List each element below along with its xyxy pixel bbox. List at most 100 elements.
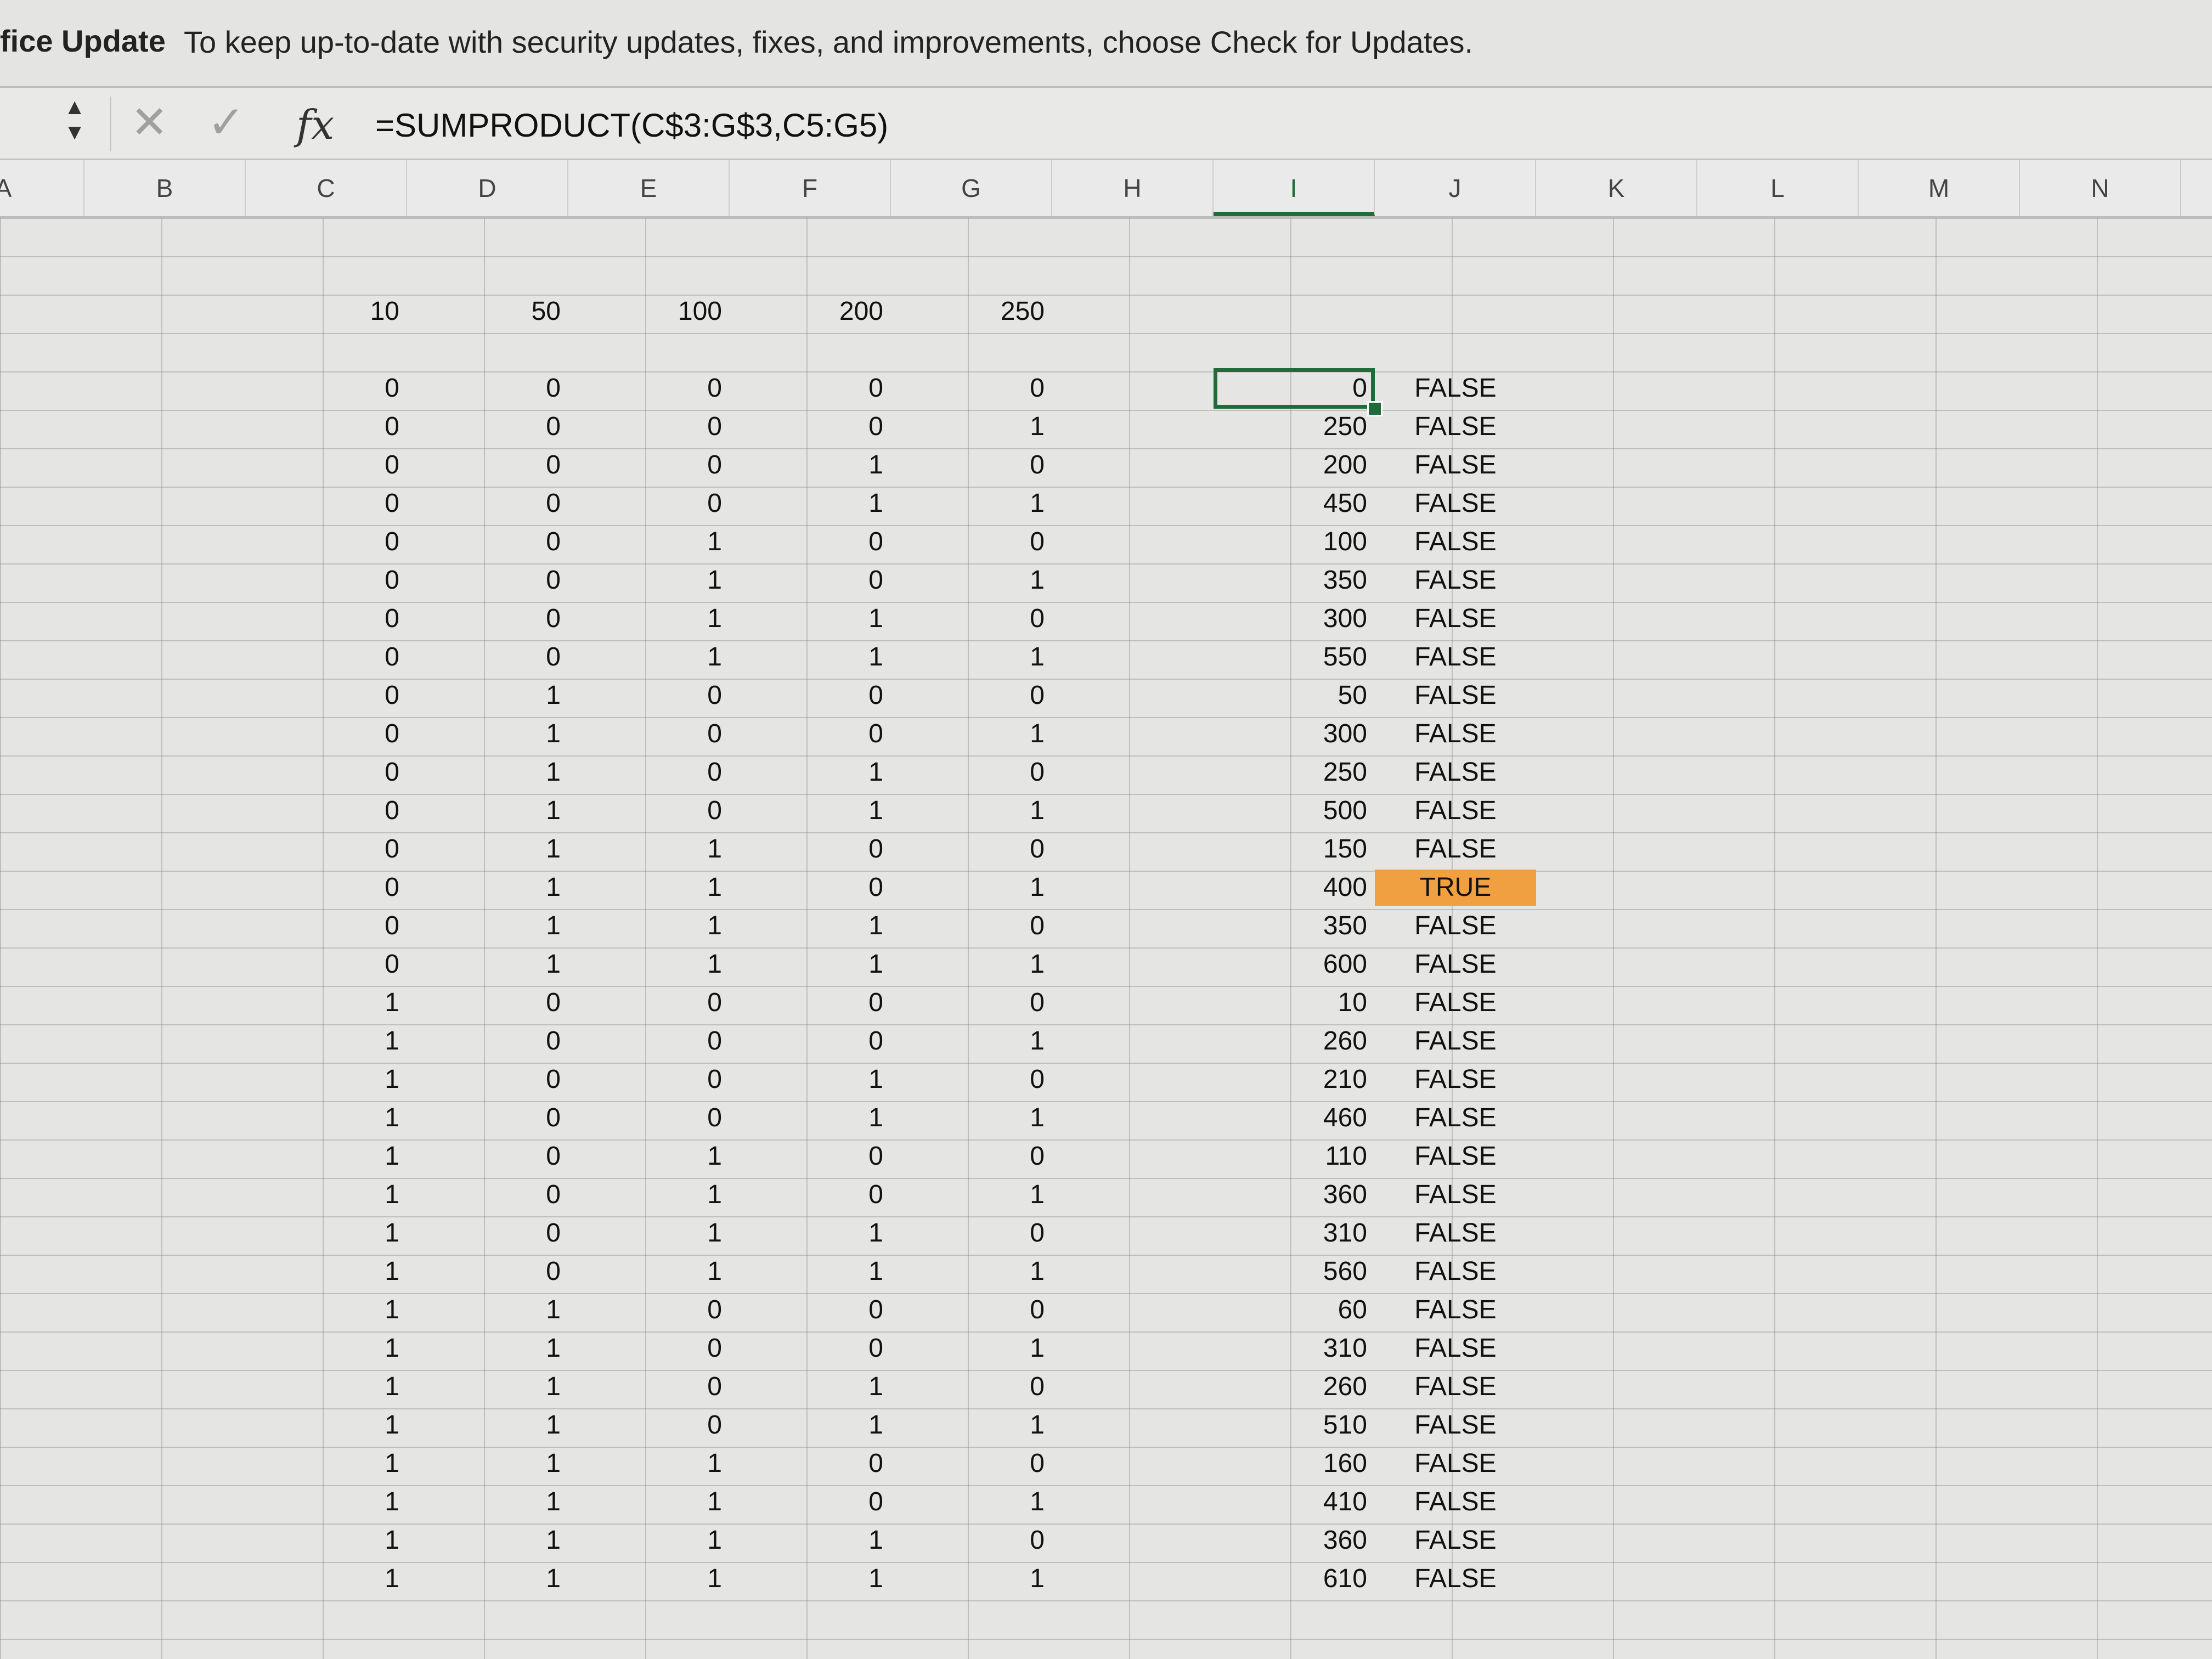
bit-cell[interactable]: 0 xyxy=(246,601,407,637)
bit-cell[interactable]: 0 xyxy=(246,447,407,483)
sum-cell[interactable]: 350 xyxy=(1214,908,1375,944)
bit-cell[interactable]: 0 xyxy=(407,524,568,560)
bit-cell[interactable]: 1 xyxy=(730,447,891,483)
bit-cell[interactable]: 1 xyxy=(730,1100,891,1136)
bit-cell[interactable]: 1 xyxy=(891,1100,1052,1136)
bit-cell[interactable]: 1 xyxy=(891,793,1052,829)
bit-cell[interactable]: 1 xyxy=(891,486,1052,522)
match-cell[interactable]: FALSE xyxy=(1375,486,1536,522)
bit-cell[interactable]: 0 xyxy=(891,601,1052,637)
bit-cell[interactable]: 0 xyxy=(730,831,891,867)
bit-cell[interactable]: 0 xyxy=(730,1484,891,1520)
match-cell[interactable]: FALSE xyxy=(1375,716,1536,752)
bit-cell[interactable]: 1 xyxy=(730,946,891,983)
match-cell[interactable]: FALSE xyxy=(1375,1292,1536,1328)
bit-cell[interactable]: 0 xyxy=(730,985,891,1021)
bit-cell[interactable]: 0 xyxy=(891,1215,1052,1251)
bit-cell[interactable]: 0 xyxy=(891,447,1052,483)
sum-cell[interactable]: 250 xyxy=(1214,409,1375,445)
bit-cell[interactable]: 0 xyxy=(407,639,568,675)
bit-cell[interactable]: 1 xyxy=(407,1484,568,1520)
column-header-d[interactable]: D xyxy=(407,160,568,216)
match-cell[interactable]: FALSE xyxy=(1375,1330,1536,1367)
sum-cell[interactable]: 350 xyxy=(1214,562,1375,599)
bit-cell[interactable]: 0 xyxy=(568,1407,730,1443)
bit-cell[interactable]: 0 xyxy=(891,1369,1052,1405)
sum-cell[interactable]: 360 xyxy=(1214,1177,1375,1213)
bit-cell[interactable]: 0 xyxy=(246,793,407,829)
bit-cell[interactable]: 1 xyxy=(246,1177,407,1213)
match-cell[interactable]: FALSE xyxy=(1375,793,1536,829)
bit-cell[interactable]: 0 xyxy=(891,985,1052,1021)
sum-cell[interactable]: 400 xyxy=(1214,870,1375,906)
bit-cell[interactable]: 1 xyxy=(568,1254,730,1290)
match-cell[interactable]: FALSE xyxy=(1375,1138,1536,1175)
sum-cell[interactable]: 150 xyxy=(1214,831,1375,867)
bit-cell[interactable]: 1 xyxy=(568,908,730,944)
sum-cell[interactable]: 260 xyxy=(1214,1023,1375,1059)
bit-cell[interactable]: 1 xyxy=(246,1407,407,1443)
bit-cell[interactable]: 1 xyxy=(730,486,891,522)
bit-cell[interactable]: 1 xyxy=(730,1561,891,1597)
column-header-k[interactable]: K xyxy=(1536,160,1697,216)
bit-cell[interactable]: 1 xyxy=(407,946,568,983)
bit-cell[interactable]: 1 xyxy=(891,716,1052,752)
bit-cell[interactable]: 1 xyxy=(730,793,891,829)
formula-input[interactable] xyxy=(375,102,2131,148)
match-cell[interactable]: FALSE xyxy=(1375,1446,1536,1482)
bit-cell[interactable]: 1 xyxy=(568,831,730,867)
bit-cell[interactable]: 1 xyxy=(730,601,891,637)
bit-cell[interactable]: 1 xyxy=(246,1522,407,1559)
insert-function-icon[interactable]: fx xyxy=(296,98,334,153)
match-cell[interactable]: FALSE xyxy=(1375,447,1536,483)
sum-cell[interactable]: 510 xyxy=(1214,1407,1375,1443)
bit-cell[interactable]: 1 xyxy=(891,870,1052,906)
match-cell[interactable]: FALSE xyxy=(1375,1023,1536,1059)
bit-cell[interactable]: 0 xyxy=(568,678,730,714)
bit-cell[interactable]: 1 xyxy=(407,716,568,752)
name-box-stepper-icon[interactable]: ▲ ▼ xyxy=(59,94,90,154)
bit-cell[interactable]: 0 xyxy=(730,1177,891,1213)
sum-cell[interactable]: 360 xyxy=(1214,1522,1375,1559)
bit-cell[interactable]: 1 xyxy=(407,1522,568,1559)
bit-cell[interactable]: 1 xyxy=(246,1254,407,1290)
bit-cell[interactable]: 0 xyxy=(246,486,407,522)
bit-cell[interactable]: 1 xyxy=(891,1561,1052,1597)
bit-cell[interactable]: 0 xyxy=(246,409,407,445)
match-cell[interactable]: FALSE xyxy=(1375,1561,1536,1597)
match-cell[interactable]: FALSE xyxy=(1375,1215,1536,1251)
bit-cell[interactable]: 1 xyxy=(891,1023,1052,1059)
column-header-f[interactable]: F xyxy=(730,160,891,216)
column-header-h[interactable]: H xyxy=(1052,160,1214,216)
weight-cell[interactable]: 250 xyxy=(891,294,1052,330)
bit-cell[interactable]: 1 xyxy=(407,908,568,944)
enter-check-icon[interactable]: ✓ xyxy=(207,95,245,150)
weight-cell[interactable]: 10 xyxy=(246,294,407,330)
match-cell[interactable]: FALSE xyxy=(1375,985,1536,1021)
cancel-icon[interactable]: ✕ xyxy=(131,95,168,150)
sum-cell[interactable]: 460 xyxy=(1214,1100,1375,1136)
bit-cell[interactable]: 1 xyxy=(568,870,730,906)
bit-cell[interactable]: 1 xyxy=(407,1292,568,1328)
bit-cell[interactable]: 0 xyxy=(246,870,407,906)
bit-cell[interactable]: 0 xyxy=(246,831,407,867)
match-cell[interactable]: FALSE xyxy=(1375,1254,1536,1290)
bit-cell[interactable]: 1 xyxy=(407,831,568,867)
column-header-g[interactable]: G xyxy=(891,160,1052,216)
bit-cell[interactable]: 0 xyxy=(568,1369,730,1405)
bit-cell[interactable]: 1 xyxy=(246,1100,407,1136)
match-cell[interactable]: FALSE xyxy=(1375,1100,1536,1136)
sum-cell[interactable]: 600 xyxy=(1214,946,1375,983)
bit-cell[interactable]: 1 xyxy=(730,908,891,944)
bit-cell[interactable]: 1 xyxy=(246,1062,407,1098)
bit-cell[interactable]: 0 xyxy=(246,908,407,944)
bit-cell[interactable]: 0 xyxy=(568,1100,730,1136)
match-cell[interactable]: FALSE xyxy=(1375,831,1536,867)
spreadsheet-grid[interactable]: 10 50 100 200 250 0 0 0 0 0 0 FALSE 0 0 0 0 1 250 FALSE 0 0 0… xyxy=(0,218,2212,1659)
match-cell[interactable]: FALSE xyxy=(1375,370,1536,407)
sum-cell[interactable]: 10 xyxy=(1214,985,1375,1021)
update-banner-message[interactable]: To keep up-to-date with security updates… xyxy=(184,24,1473,60)
match-cell[interactable]: FALSE xyxy=(1375,1407,1536,1443)
bit-cell[interactable]: 0 xyxy=(891,1446,1052,1482)
bit-cell[interactable]: 1 xyxy=(730,1062,891,1098)
